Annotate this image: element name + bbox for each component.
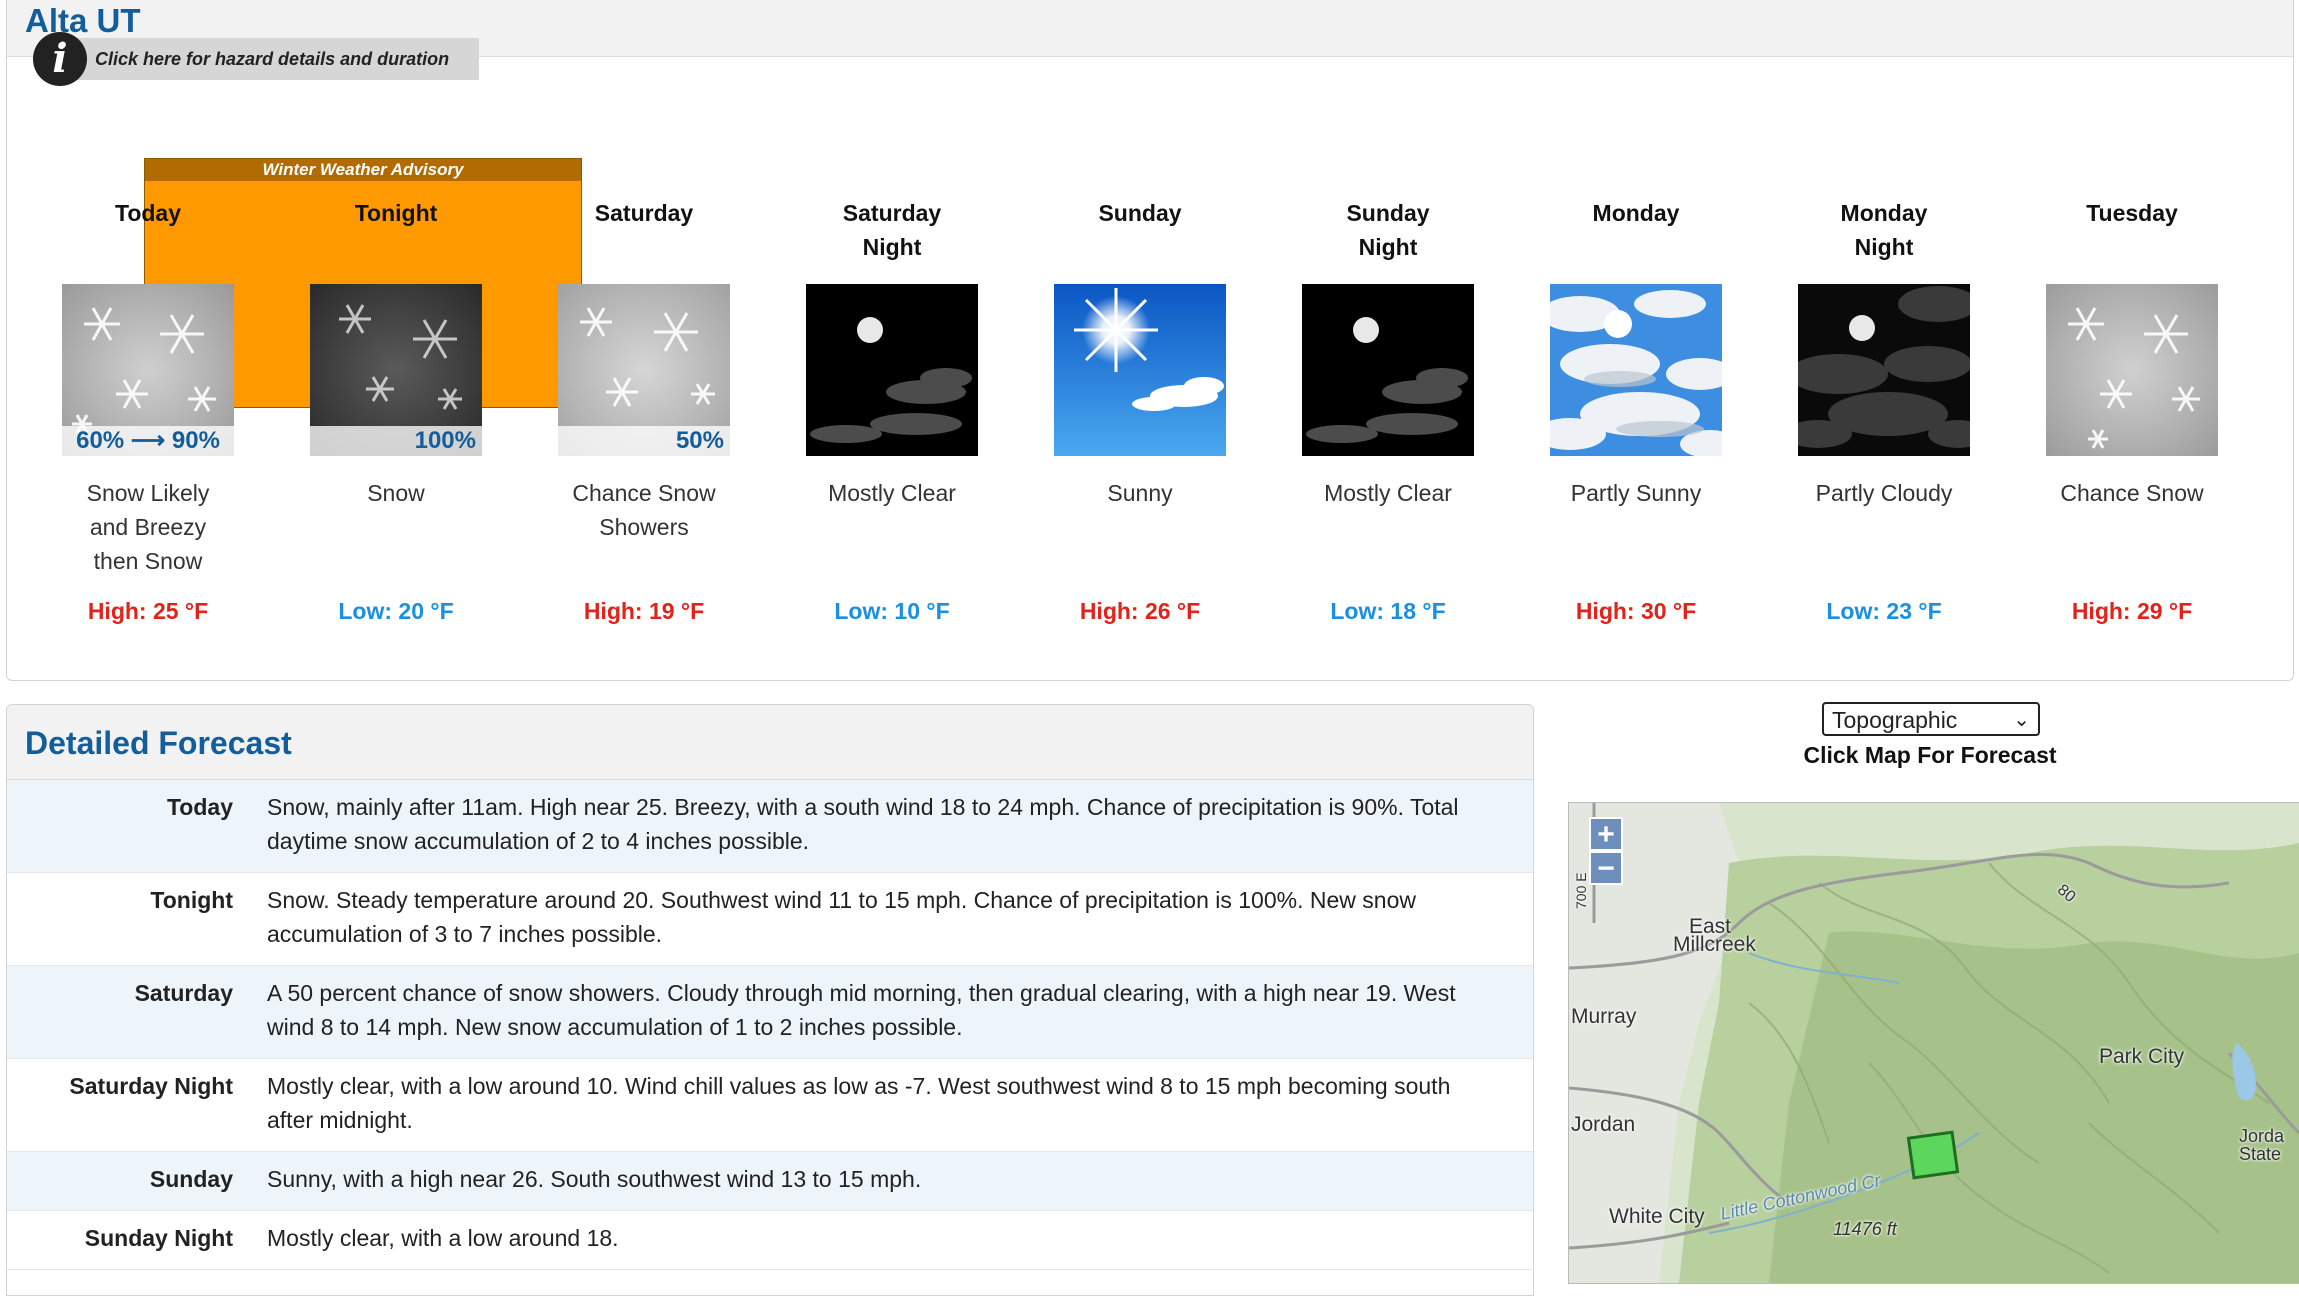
partly-sunny-icon[interactable] [1550, 284, 1722, 456]
period-name: Today [114, 200, 182, 226]
forecast-period-tonight[interactable]: Tonight 100% Snow Low: 20 °F [272, 196, 520, 625]
period-name: Sunday Night [1346, 200, 1430, 260]
forecast-period-tuesday[interactable]: Tuesday Chance Snow High: 29 °F [2008, 196, 2256, 625]
panel-header: Detailed Forecast [7, 705, 1533, 780]
forecast-period-sunday-night[interactable]: Sunday Night Mostly Clear Low: 18 °F [1264, 196, 1512, 625]
map-label-elevation: 11476 ft [1833, 1219, 1897, 1239]
short-description: Chance Snow [2060, 480, 2204, 506]
moon-clouds-icon[interactable] [1302, 284, 1474, 456]
snow-icon[interactable]: 60% ⟶ 90% [62, 284, 234, 456]
forecast-map[interactable]: + − East Millcreek Murray Jordan White Ci… [1568, 802, 2299, 1284]
hazard-details-link[interactable]: i Click here for hazard details and dura… [33, 32, 480, 86]
detail-row-saturday-night: Saturday Night Mostly clear, with a low … [7, 1059, 1533, 1152]
detail-period-label: Today [166, 794, 233, 820]
temperature: High: 26 °F [1079, 598, 1201, 624]
detail-period-text: Snow. Steady temperature around 20. Sout… [267, 887, 1416, 947]
forecast-period-today[interactable]: Today 60% ⟶ 90% Snow Likely and Breezy the… [24, 196, 272, 625]
detail-period-text: Sunny, with a high near 26. South southw… [267, 1166, 922, 1192]
short-description: Chance Snow Showers [572, 480, 716, 540]
detail-period-label: Saturday [134, 980, 233, 1006]
short-description: Mostly Clear [1324, 480, 1452, 506]
map-label-murray: Murray [1571, 1005, 1637, 1028]
short-description: Mostly Clear [828, 480, 956, 506]
temperature: Low: 20 °F [338, 598, 454, 624]
forecast-period-sunday[interactable]: Sunday Sunny High: 26 °F [1016, 196, 1264, 625]
detail-period-label: Tonight [150, 887, 233, 913]
map-type-select[interactable]: Topographic ⌄ [1822, 702, 2040, 736]
temperature: Low: 10 °F [834, 598, 950, 624]
temperature: High: 19 °F [583, 598, 705, 624]
moon-clouds-icon[interactable] [806, 284, 978, 456]
temperature: High: 25 °F [87, 598, 209, 624]
short-description: Snow [367, 480, 425, 506]
zoom-out-button[interactable]: − [1589, 851, 1623, 885]
map-label-park-city: Park City [2099, 1045, 2185, 1068]
detailed-forecast-panel: Detailed Forecast Today Snow, mainly aft… [6, 704, 1534, 1296]
map-label-700-east: 700 E [1573, 872, 1589, 909]
forecast-period-monday-night[interactable]: Monday Night Partly Cloudy Low: 23 °F [1760, 196, 2008, 625]
temperature: Low: 23 °F [1826, 598, 1942, 624]
period-name: Sunday [1098, 200, 1182, 226]
info-icon[interactable]: i [33, 32, 87, 86]
hazard-link-text[interactable]: Click here for hazard details and durati… [69, 38, 480, 80]
advisory-label[interactable]: Winter Weather Advisory [145, 159, 581, 181]
detail-period-label: Sunday Night [84, 1225, 233, 1251]
chevron-down-icon: ⌄ [2013, 709, 2030, 731]
period-name: Monday Night [1840, 200, 1928, 260]
detail-period-label: Saturday Night [69, 1073, 233, 1099]
period-name: Tuesday [2086, 200, 2178, 226]
short-description: Partly Sunny [1570, 480, 1702, 506]
detailed-forecast-title: Detailed Forecast [25, 725, 292, 761]
detail-period-text: Mostly clear, with a low around 18. [267, 1225, 619, 1251]
map-label-jordan: Jordan [1571, 1113, 1636, 1136]
detail-period-text: A 50 percent chance of snow showers. Clo… [267, 980, 1456, 1040]
snow-night-icon[interactable]: 100% [310, 284, 482, 456]
short-description: Sunny [1107, 480, 1173, 506]
temperature: Low: 18 °F [1330, 598, 1446, 624]
map-caption: Click Map For Forecast [1803, 742, 2057, 768]
detail-period-label: Sunday [149, 1166, 233, 1192]
zoom-in-button[interactable]: + [1589, 817, 1623, 851]
detail-period-text: Snow, mainly after 11am. High near 25. B… [267, 794, 1459, 854]
detail-row-sunday-night: Sunday Night Mostly clear, with a low ar… [7, 1211, 1533, 1270]
period-name: Saturday [594, 200, 694, 226]
detail-period-text: Mostly clear, with a low around 10. Wind… [267, 1073, 1451, 1133]
map-label-east-millcreek: East Millcreek [1673, 915, 1756, 956]
map-type-value: Topographic [1832, 707, 1958, 733]
precip-chance: 60% ⟶ 90% [62, 426, 234, 456]
temperature: High: 30 °F [1575, 598, 1697, 624]
temperature: High: 29 °F [2071, 598, 2193, 624]
period-name: Monday [1592, 200, 1680, 226]
precip-chance: 100% [310, 426, 482, 456]
map-label-jordanelle: Jorda State [2239, 1126, 2285, 1164]
detail-row-today: Today Snow, mainly after 11am. High near… [7, 780, 1533, 873]
period-name: Saturday Night [842, 200, 942, 260]
short-description: Partly Cloudy [1815, 480, 1953, 506]
period-name: Tonight [354, 200, 438, 226]
sun-icon[interactable] [1054, 284, 1226, 456]
detail-row-sunday: Sunday Sunny, with a high near 26. South… [7, 1152, 1533, 1211]
short-description: Snow Likely and Breezy then Snow [86, 480, 210, 574]
forecast-period-saturday-night[interactable]: Saturday Night Mostly Clear Low: 10 °F [768, 196, 1016, 625]
map-label-white-city: White City [1609, 1205, 1705, 1228]
moon-cloudy-icon[interactable] [1798, 284, 1970, 456]
detail-row-tonight: Tonight Snow. Steady temperature around … [7, 873, 1533, 966]
forecast-period-saturday[interactable]: Saturday 50% Chance Snow Showers High: 19… [520, 196, 768, 625]
snow-icon[interactable] [2046, 284, 2218, 456]
snow-showers-icon[interactable]: 50% [558, 284, 730, 456]
precip-chance: 50% [558, 426, 730, 456]
detail-row-saturday: Saturday A 50 percent chance of snow sho… [7, 966, 1533, 1059]
forecast-period-monday[interactable]: Monday Partly Sunny High: 30 °F [1512, 196, 1760, 625]
